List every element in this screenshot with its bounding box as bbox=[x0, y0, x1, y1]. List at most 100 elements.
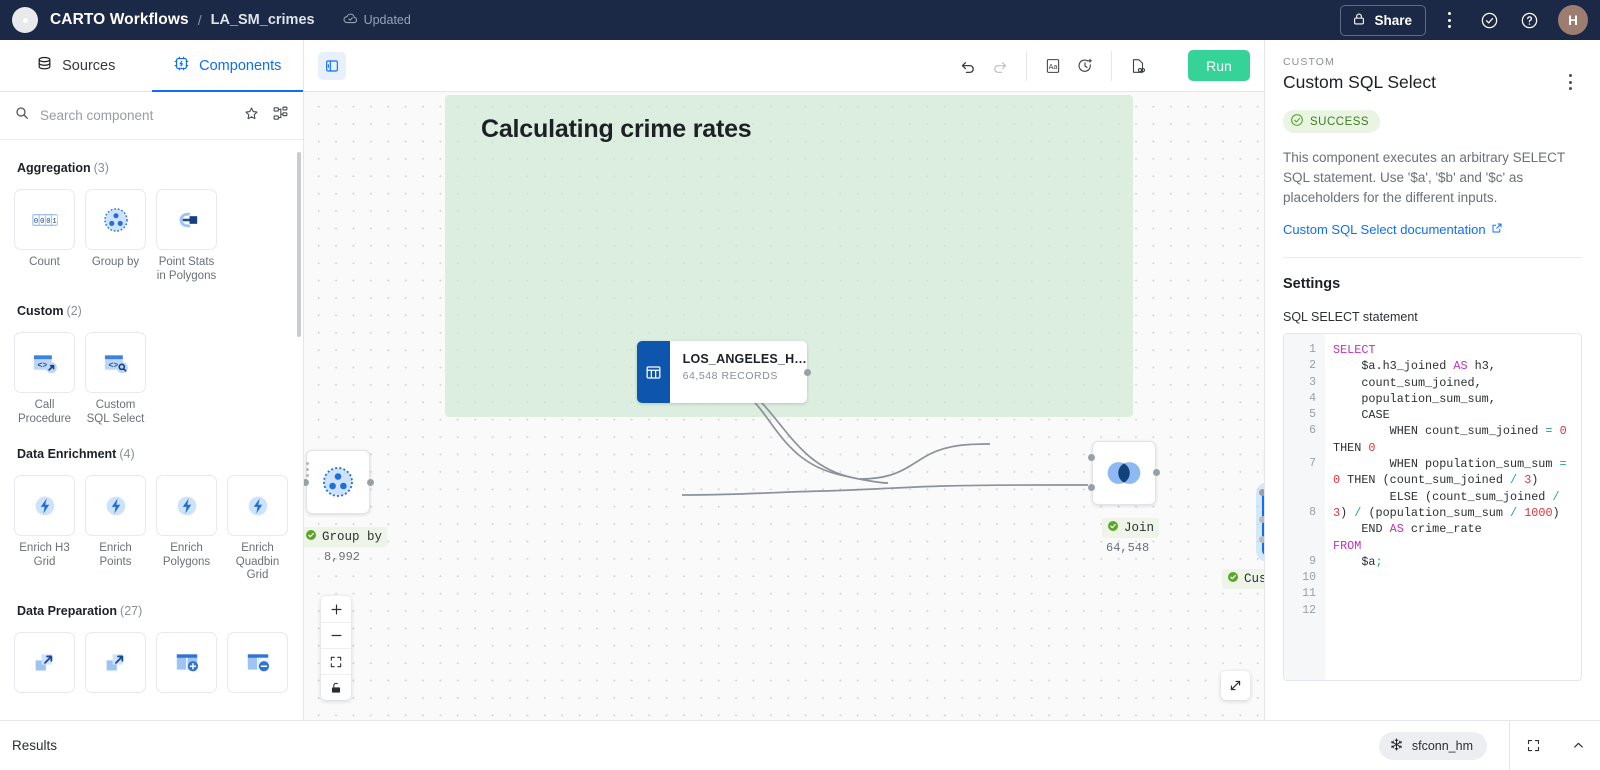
output-port[interactable] bbox=[367, 479, 374, 486]
svg-text:Aa: Aa bbox=[1049, 63, 1058, 71]
line-number: 8 bbox=[1284, 505, 1325, 521]
fullscreen-icon[interactable] bbox=[1510, 721, 1556, 770]
panel-kebab-menu-icon[interactable] bbox=[1558, 70, 1582, 94]
chevron-up-icon[interactable] bbox=[1556, 721, 1600, 770]
call-procedure-icon: <> bbox=[14, 332, 75, 393]
component-enrich-quadbin-grid[interactable]: EnrichQuadbinGrid bbox=[227, 475, 288, 583]
custom-sql-select-icon: <> bbox=[85, 332, 146, 393]
annotation-tools: Aa bbox=[1026, 51, 1111, 81]
panel-toggle-icon[interactable] bbox=[318, 52, 346, 80]
run-button[interactable]: Run bbox=[1188, 50, 1250, 81]
input-port-c[interactable] bbox=[1259, 536, 1264, 543]
undo-icon[interactable] bbox=[952, 51, 984, 81]
component-prep-2[interactable] bbox=[85, 632, 146, 699]
redo-icon[interactable] bbox=[984, 51, 1016, 81]
help-circle-icon[interactable] bbox=[1512, 3, 1546, 37]
category-custom: Custom(2) <> bbox=[0, 283, 303, 426]
sql-code[interactable]: SELECT $a.h3_joined AS h3, count_sum_joi… bbox=[1325, 334, 1581, 680]
svg-text:0: 0 bbox=[40, 217, 44, 225]
resize-handle-icon[interactable] bbox=[1221, 671, 1250, 700]
component-prep-1[interactable] bbox=[14, 632, 75, 699]
input-port-b[interactable] bbox=[1088, 484, 1095, 491]
line-number: 1 bbox=[1284, 342, 1325, 358]
fit-view-icon[interactable] bbox=[321, 648, 351, 674]
share-button[interactable]: Share bbox=[1340, 5, 1426, 36]
workflow-name[interactable]: LA_SM_crimes bbox=[211, 12, 315, 28]
category-title: Data Enrichment(4) bbox=[14, 446, 303, 461]
documentation-link[interactable]: Custom SQL Select documentation bbox=[1283, 222, 1503, 237]
star-icon[interactable] bbox=[243, 105, 260, 127]
brand-title: CARTO Workflows bbox=[50, 11, 189, 29]
component-label: Point Statsin Polygons bbox=[156, 256, 217, 283]
text-annotation-icon[interactable]: Aa bbox=[1037, 51, 1069, 81]
panel-scrollbar[interactable] bbox=[297, 152, 301, 337]
search-input[interactable] bbox=[40, 108, 233, 123]
success-check-icon bbox=[1107, 519, 1119, 537]
check-circle-icon[interactable] bbox=[1472, 3, 1506, 37]
component-enrich-polygons[interactable]: EnrichPolygons bbox=[156, 475, 217, 583]
settings-title: Settings bbox=[1283, 276, 1582, 292]
document-settings-icon[interactable] bbox=[1122, 51, 1154, 81]
updated-label: Updated bbox=[364, 13, 411, 27]
panel-title: Custom SQL Select bbox=[1283, 72, 1558, 93]
connection-chip[interactable]: sfconn_hm bbox=[1379, 732, 1487, 760]
input-port-b[interactable] bbox=[1259, 516, 1264, 523]
search-icon bbox=[14, 105, 30, 126]
lock-icon[interactable] bbox=[321, 674, 351, 700]
source-records: 64,548 RECORDS bbox=[683, 370, 807, 382]
component-point-stats-in-polygons[interactable]: Point Statsin Polygons bbox=[156, 189, 217, 283]
avatar[interactable]: H bbox=[1558, 5, 1588, 35]
app-root: CARTO Workflows / LA_SM_crimes Updated bbox=[0, 0, 1600, 770]
node-group-by[interactable]: Group by 8,992 bbox=[306, 450, 370, 514]
top-kebab-menu-icon[interactable] bbox=[1432, 3, 1466, 37]
zoom-out-icon[interactable] bbox=[321, 622, 351, 648]
group-by-node-box[interactable] bbox=[306, 450, 370, 514]
component-prep-4[interactable] bbox=[227, 632, 288, 699]
line-number: 11 bbox=[1284, 586, 1325, 602]
sql-editor[interactable]: 1 2 3 4 5 6 7 8 9 10 11 12 bbox=[1283, 333, 1582, 681]
results-label[interactable]: Results bbox=[12, 738, 57, 753]
output-port[interactable] bbox=[804, 369, 811, 376]
counter-icon: 0 0 0 1 bbox=[14, 189, 75, 250]
input-port-a[interactable] bbox=[1259, 489, 1264, 496]
node-source[interactable]: LOS_ANGELES_H… 64,548 RECORDS bbox=[637, 341, 807, 403]
component-count[interactable]: 0 0 0 1 Count bbox=[14, 189, 75, 283]
component-enrich-h3-grid[interactable]: Enrich H3Grid bbox=[14, 475, 75, 583]
tree-layout-icon[interactable] bbox=[272, 105, 289, 127]
zoom-controls bbox=[321, 596, 351, 700]
category-title: Aggregation(3) bbox=[14, 160, 303, 175]
component-group-by[interactable]: Group by bbox=[85, 189, 146, 283]
component-enrich-points[interactable]: EnrichPoints bbox=[85, 475, 146, 583]
node-custom-sql-select[interactable]: <> Custom SQL Select bbox=[1262, 488, 1264, 556]
input-port-a[interactable] bbox=[1088, 454, 1095, 461]
bolt-icon bbox=[85, 475, 146, 536]
zoom-in-icon[interactable] bbox=[321, 596, 351, 622]
component-prep-3[interactable] bbox=[156, 632, 217, 699]
node-join[interactable]: Join 64,548 bbox=[1092, 441, 1156, 505]
output-port[interactable] bbox=[1153, 469, 1160, 476]
tab-sources[interactable]: Sources bbox=[0, 40, 152, 91]
component-call-procedure[interactable]: <> CallProcedure bbox=[14, 332, 75, 426]
node-label-join: Join bbox=[1102, 518, 1159, 538]
carto-logo-icon[interactable] bbox=[12, 7, 38, 33]
source-node-box[interactable]: LOS_ANGELES_H… 64,548 RECORDS bbox=[637, 341, 807, 403]
success-check-icon bbox=[1290, 113, 1304, 130]
tab-components[interactable]: Components bbox=[152, 40, 304, 91]
components-list[interactable]: Aggregation(3) 0 bbox=[0, 140, 303, 720]
add-time-icon[interactable] bbox=[1069, 51, 1101, 81]
sql-field-label: SQL SELECT statement bbox=[1283, 310, 1582, 324]
svg-text:1: 1 bbox=[52, 217, 56, 225]
updated-status: Updated bbox=[343, 11, 411, 29]
workflow-canvas[interactable]: Calculating crime rates bbox=[304, 92, 1264, 720]
join-node-box[interactable] bbox=[1092, 441, 1156, 505]
external-link-icon bbox=[1491, 222, 1503, 237]
node-name: Custom SQL Select bbox=[1244, 572, 1264, 586]
history-tools bbox=[942, 51, 1026, 81]
group-by-icon bbox=[318, 462, 358, 502]
panel-tabs: Sources Components bbox=[0, 40, 303, 92]
panel-drag-handle[interactable] bbox=[304, 452, 311, 486]
bottom-bar: Results sfconn_hm bbox=[0, 720, 1600, 770]
canvas-area: Aa bbox=[304, 40, 1264, 720]
component-custom-sql-select[interactable]: <> CustomSQL Select bbox=[85, 332, 146, 426]
category-grid: <> CallProcedure bbox=[14, 332, 303, 426]
